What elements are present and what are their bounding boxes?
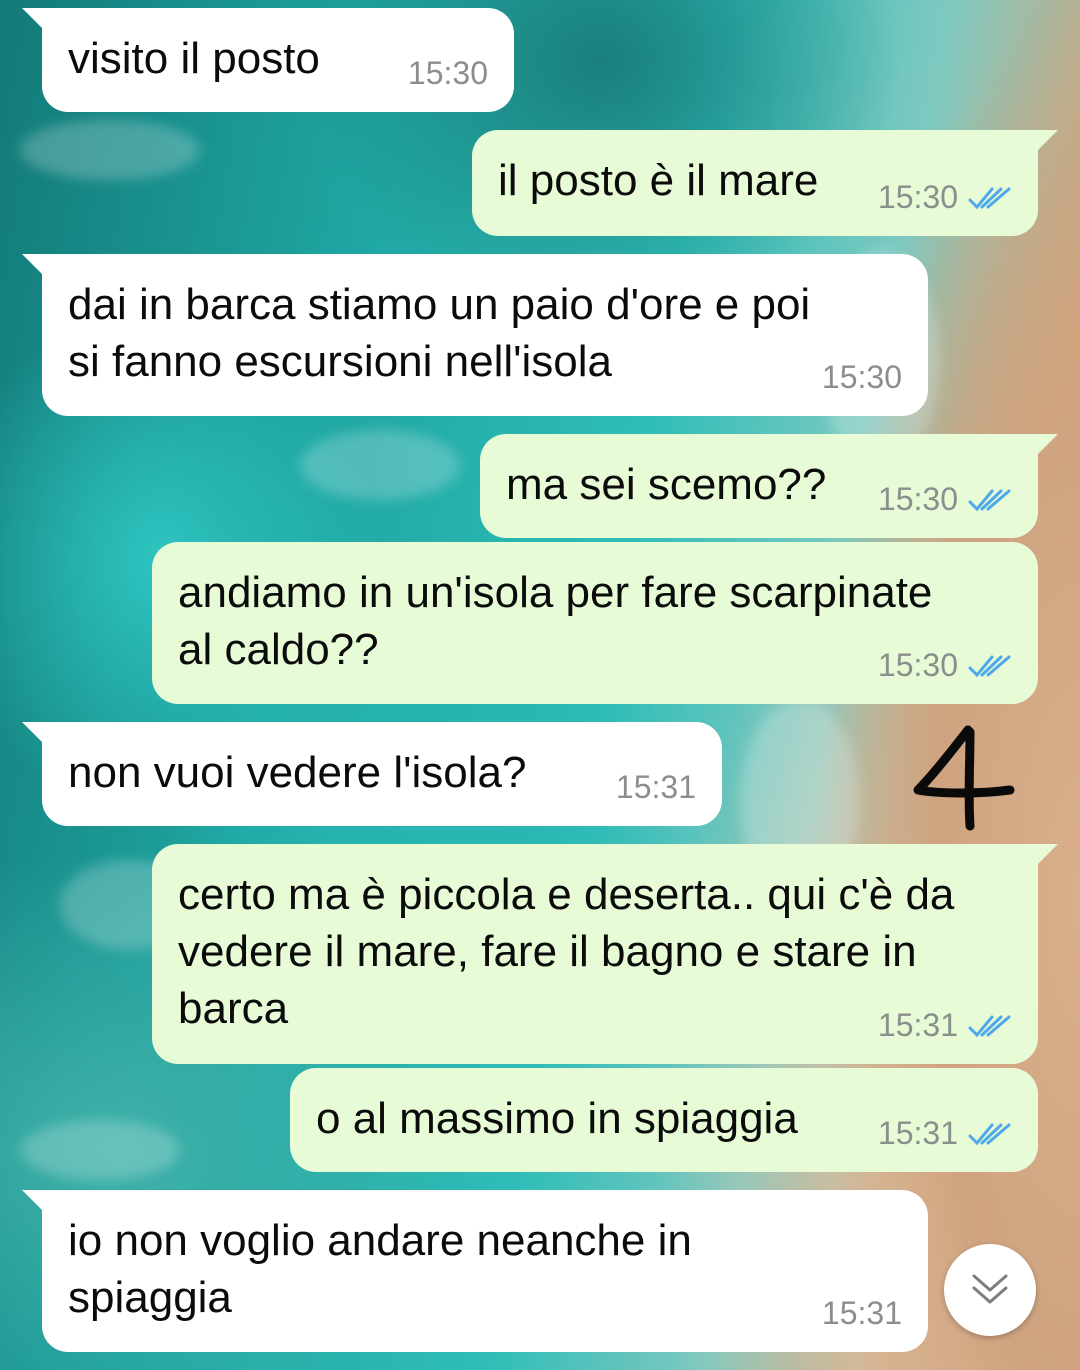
message-time: 15:31 xyxy=(877,1007,958,1043)
message-incoming[interactable]: io non voglio andare neanche in spiaggia… xyxy=(22,1190,928,1352)
message-time: 15:30 xyxy=(407,55,488,91)
message-incoming[interactable]: non vuoi vedere l'isola? 15:31 xyxy=(22,722,722,826)
message-time: 15:31 xyxy=(615,769,696,805)
message-meta: 15:31 xyxy=(878,997,1012,1054)
message-text: non vuoi vedere l'isola? xyxy=(68,748,527,797)
message-time: 15:30 xyxy=(821,359,902,395)
message-outgoing[interactable]: certo ma è piccola e deserta.. qui c'è d… xyxy=(152,844,1058,1064)
message-outgoing[interactable]: ma sei scemo?? 15:30 xyxy=(480,434,1058,538)
message-meta: 15:30 xyxy=(408,45,488,102)
message-time: 15:31 xyxy=(821,1295,902,1331)
background-foam xyxy=(300,430,460,500)
message-outgoing[interactable]: o al massimo in spiaggia 15:31 xyxy=(290,1068,1038,1172)
message-meta: 15:31 xyxy=(822,1285,902,1342)
message-incoming[interactable]: visito il posto 15:30 xyxy=(22,8,514,112)
message-meta: 15:30 xyxy=(878,637,1012,694)
message-text: io non voglio andare neanche in spiaggia xyxy=(68,1216,692,1322)
double-chevron-down-icon xyxy=(972,1274,1008,1304)
message-time: 15:31 xyxy=(877,1115,958,1151)
message-meta: 15:30 xyxy=(878,169,1012,226)
message-outgoing[interactable]: andiamo in un'isola per fare scarpinate … xyxy=(152,542,1038,704)
message-meta: 15:31 xyxy=(616,759,696,816)
message-outgoing[interactable]: il posto è il mare 15:30 xyxy=(472,130,1058,236)
message-meta: 15:30 xyxy=(822,349,902,406)
handwritten-number-annotation xyxy=(913,725,1015,831)
background-foam xyxy=(20,120,200,180)
background-foam xyxy=(20,1120,180,1180)
message-text: dai in barca stiamo un paio d'ore e poi … xyxy=(68,280,811,386)
message-meta: 15:30 xyxy=(878,471,1012,528)
message-incoming[interactable]: dai in barca stiamo un paio d'ore e poi … xyxy=(22,254,928,416)
read-receipt-icon xyxy=(968,1123,1011,1145)
scroll-to-bottom-button[interactable] xyxy=(944,1244,1036,1336)
read-receipt-icon xyxy=(968,489,1011,511)
read-receipt-icon xyxy=(968,187,1011,209)
read-receipt-icon xyxy=(968,655,1011,677)
read-receipt-icon xyxy=(968,1015,1011,1037)
message-meta: 15:31 xyxy=(878,1105,1012,1162)
message-time: 15:30 xyxy=(877,481,958,517)
message-time: 15:30 xyxy=(877,179,958,215)
message-time: 15:30 xyxy=(877,647,958,683)
